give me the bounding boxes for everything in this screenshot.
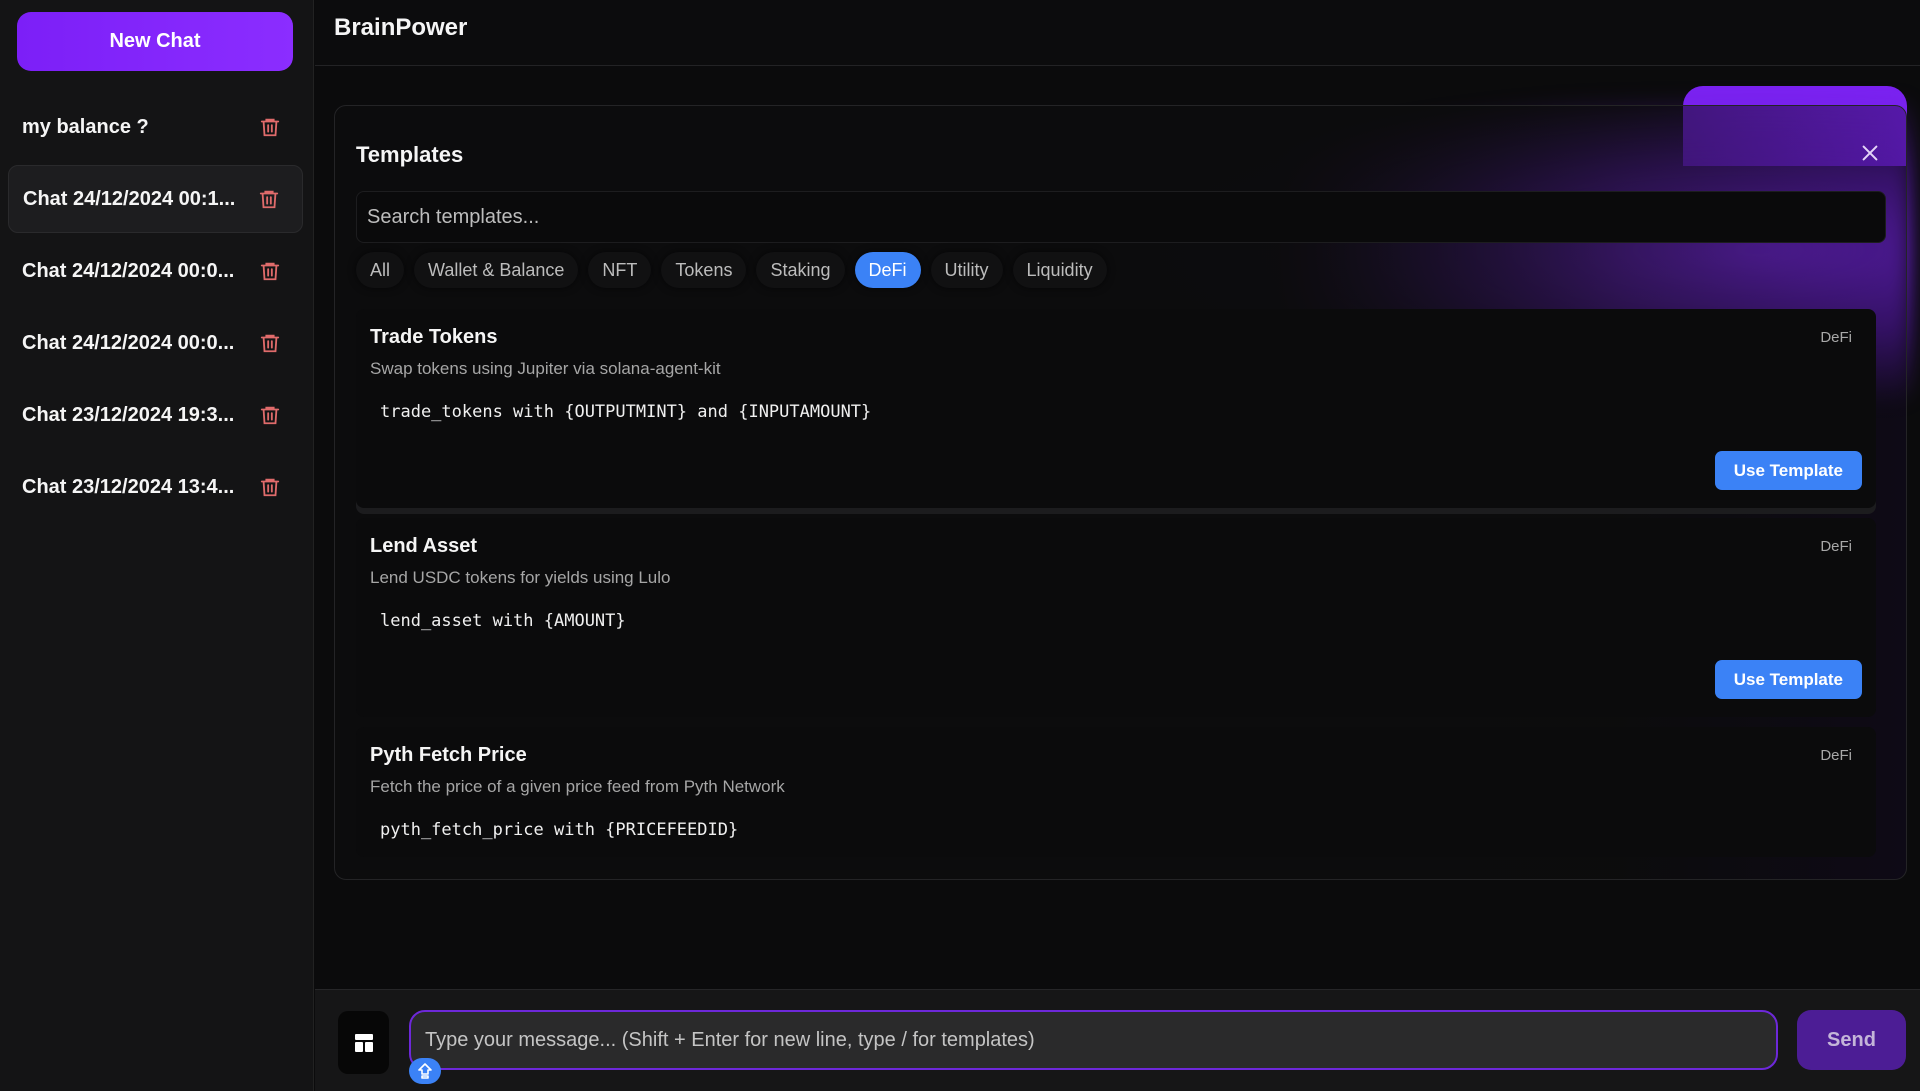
search-templates-input[interactable] [356,191,1886,243]
template-title: Trade Tokens [370,326,498,348]
category-filters: All Wallet & Balance NFT Tokens Staking … [356,252,1107,288]
sidebar: New Chat my balance ? Chat 24/12/2024 00… [0,0,314,1091]
template-list: Trade Tokens Swap tokens using Jupiter v… [356,309,1876,867]
send-button[interactable]: Send [1797,1010,1906,1070]
app-title: BrainPower [334,14,468,41]
template-code: trade_tokens with {OUTPUTMINT} and {INPU… [380,402,872,422]
chat-item-label: Chat 24/12/2024 00:0... [22,331,235,354]
filter-chip-nft[interactable]: NFT [588,252,652,288]
filter-chip-defi[interactable]: DeFi [854,252,921,288]
use-template-button[interactable]: Use Template [1714,451,1862,490]
trash-icon[interactable] [259,475,281,499]
template-card: Lend Asset Lend USDC tokens for yields u… [356,518,1876,717]
templates-toggle-button[interactable] [338,1011,389,1074]
chat-item-label: my balance ? [22,115,149,138]
filter-chip-liquidity[interactable]: Liquidity [1012,252,1107,288]
header: BrainPower [315,0,1920,66]
arrow-up-icon[interactable] [409,1058,441,1084]
template-card: Pyth Fetch Price Fetch the price of a gi… [356,727,1876,857]
templates-modal: Templates All Wallet & Balance NFT Token… [334,105,1907,880]
chat-item-label: Chat 24/12/2024 00:0... [22,259,235,282]
trash-icon[interactable] [259,259,281,283]
filter-chip-utility[interactable]: Utility [930,252,1003,288]
use-template-button[interactable]: Use Template [1714,660,1862,699]
template-description: Lend USDC tokens for yields using Lulo [370,568,671,587]
filter-chip-all[interactable]: All [356,252,405,288]
chat-item-label: Chat 24/12/2024 00:1... [23,187,236,210]
chat-item-label: Chat 23/12/2024 19:3... [22,403,235,426]
template-description: Fetch the price of a given price feed fr… [370,777,785,796]
close-icon[interactable] [1858,142,1882,166]
template-category: DeFi [1820,747,1852,764]
template-code: pyth_fetch_price with {PRICEFEEDID} [380,820,739,840]
template-category: DeFi [1820,538,1852,555]
modal-title: Templates [356,142,464,167]
trash-icon[interactable] [259,403,281,427]
chat-list: my balance ? Chat 24/12/2024 00:1... Cha… [8,93,303,525]
filter-chip-staking[interactable]: Staking [756,252,845,288]
chat-item[interactable]: Chat 24/12/2024 00:0... [8,309,303,377]
template-code: lend_asset with {AMOUNT} [380,611,626,631]
trash-icon[interactable] [258,187,280,211]
trash-icon[interactable] [259,331,281,355]
template-description: Swap tokens using Jupiter via solana-age… [370,359,721,378]
trash-icon[interactable] [259,115,281,139]
template-title: Pyth Fetch Price [370,744,527,766]
new-chat-button[interactable]: New Chat [17,12,293,71]
template-title: Lend Asset [370,535,478,557]
filter-chip-wallet-balance[interactable]: Wallet & Balance [414,252,579,288]
chat-item[interactable]: Chat 23/12/2024 13:4... [8,453,303,521]
layout-template-icon [354,1033,373,1052]
message-input[interactable] [409,1010,1778,1070]
template-card: Trade Tokens Swap tokens using Jupiter v… [356,309,1876,508]
template-category: DeFi [1820,329,1852,346]
filter-chip-tokens[interactable]: Tokens [661,252,747,288]
chat-item[interactable]: my balance ? [8,93,303,161]
chat-item[interactable]: Chat 23/12/2024 19:3... [8,381,303,449]
chat-item[interactable]: Chat 24/12/2024 00:0... [8,237,303,305]
chat-item[interactable]: Chat 24/12/2024 00:1... [8,165,303,233]
chat-item-label: Chat 23/12/2024 13:4... [22,475,235,498]
